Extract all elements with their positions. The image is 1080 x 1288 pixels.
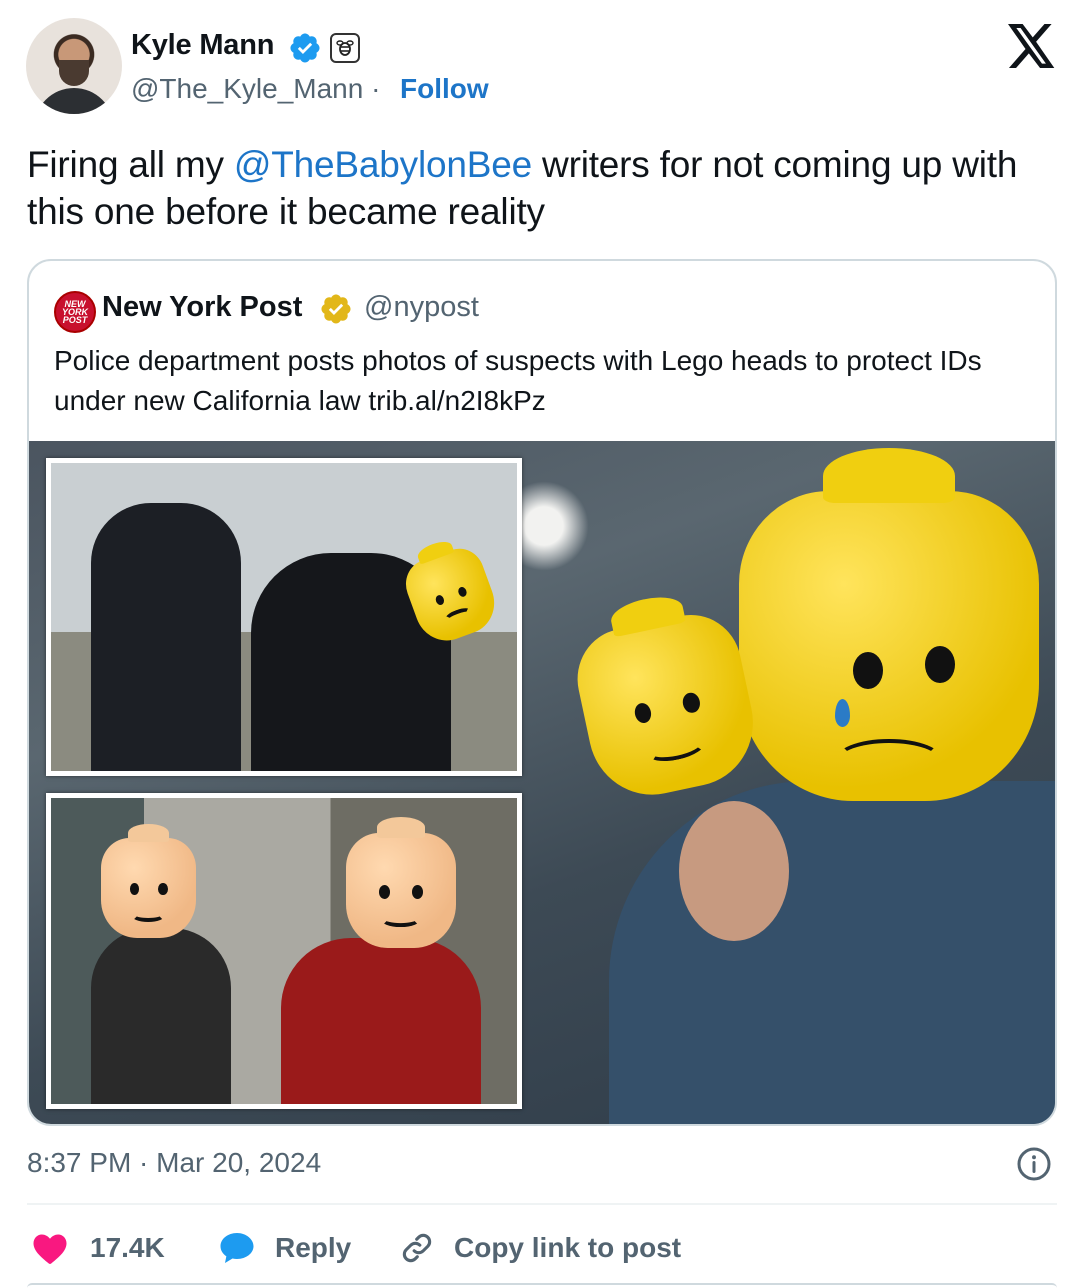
author-handle[interactable]: @The_Kyle_Mann ·	[131, 73, 380, 105]
author-name[interactable]: Kyle Mann	[131, 29, 274, 62]
quoted-author-handle[interactable]: @nypost	[364, 291, 479, 324]
reply-bubble-icon	[220, 1233, 254, 1263]
info-icon[interactable]	[1016, 1146, 1052, 1182]
like-button[interactable]: 17.4K	[32, 1228, 165, 1268]
quoted-author-name[interactable]: New York Post	[102, 291, 302, 324]
reply-button[interactable]: Reply	[219, 1228, 351, 1268]
tweet-timestamp[interactable]: 8:37 PM · Mar 20, 2024	[27, 1147, 321, 1179]
inset-photo-women	[46, 793, 522, 1109]
heart-icon	[33, 1234, 67, 1264]
lego-head-sad	[739, 447, 1039, 801]
tweet-text: Firing all my @TheBabylonBee writers for…	[27, 144, 1018, 232]
gold-verified-badge-icon	[321, 294, 351, 324]
babylon-bee-affiliate-icon[interactable]	[330, 33, 360, 63]
footer-divider	[27, 1203, 1057, 1205]
author-avatar[interactable]	[26, 18, 122, 114]
copy-link-button[interactable]: Copy link to post	[400, 1228, 681, 1268]
inset-photo-arrest	[46, 458, 522, 776]
quoted-tweet-card[interactable]: NEW YORK POST New York Post @nypost Police…	[27, 259, 1057, 1126]
new-york-post-logo[interactable]: NEW YORK POST	[54, 291, 96, 333]
mention-link[interactable]: @TheBabylonBee	[234, 144, 532, 185]
like-count: 17.4K	[90, 1232, 165, 1263]
quoted-tweet-text: Police department posts photos of suspec…	[54, 345, 982, 416]
x-logo-icon[interactable]	[1008, 24, 1056, 68]
follow-button[interactable]: Follow	[400, 73, 489, 105]
lego-head-angry	[568, 592, 765, 807]
link-icon	[402, 1233, 432, 1263]
verified-badge-icon	[290, 33, 320, 63]
next-card-edge	[27, 1283, 1057, 1288]
quoted-tweet-image[interactable]	[29, 441, 1055, 1124]
